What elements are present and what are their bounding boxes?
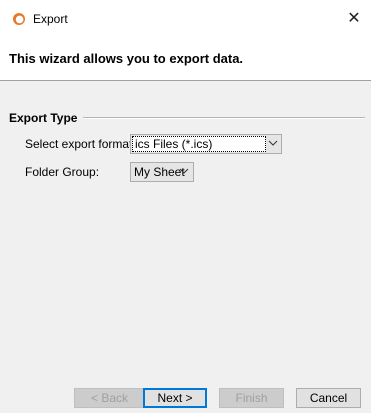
folder-group-label: Folder Group: — [25, 165, 100, 179]
export-format-selection: ics Files (*.ics) — [132, 136, 266, 152]
group-title: Export Type — [9, 111, 78, 125]
back-button[interactable]: < Back — [74, 388, 145, 408]
title-bar: Export ✕ — [0, 0, 371, 36]
export-type-group: Export Type — [9, 111, 365, 125]
export-format-value: ics Files (*.ics) — [135, 137, 213, 151]
wizard-description: This wizard allows you to export data. — [9, 51, 244, 66]
close-button[interactable]: ✕ — [337, 0, 371, 36]
group-divider — [83, 117, 365, 119]
chevron-down-icon — [179, 168, 189, 174]
close-icon: ✕ — [347, 10, 361, 27]
window-title: Export — [33, 12, 68, 26]
next-button[interactable]: Next > — [143, 388, 207, 408]
export-format-dropdown[interactable]: ics Files (*.ics) — [130, 134, 282, 154]
wizard-header: This wizard allows you to export data. — [0, 36, 371, 81]
folder-group-dropdown[interactable]: My Sheet — [130, 162, 194, 182]
export-format-label: Select export format: — [25, 137, 136, 151]
wizard-content: Export Type Select export format: ics Fi… — [0, 81, 371, 413]
export-dialog: Export ✕ This wizard allows you to expor… — [0, 0, 371, 413]
app-logo-icon — [13, 13, 25, 25]
finish-button[interactable]: Finish — [219, 388, 284, 408]
cancel-button[interactable]: Cancel — [296, 388, 361, 408]
chevron-down-icon — [268, 140, 278, 146]
